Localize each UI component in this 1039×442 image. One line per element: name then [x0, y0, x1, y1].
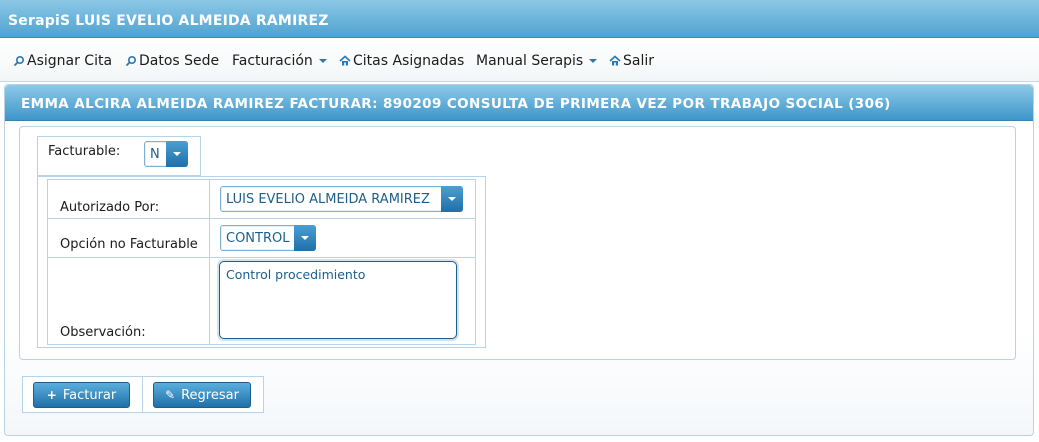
opcion-label: Opción no Facturable	[60, 237, 198, 252]
plus-icon: +	[46, 388, 57, 402]
menu-citas-asignadas[interactable]: Citas Asignadas	[339, 52, 464, 70]
autorizado-select[interactable]: LUIS EVELIO ALMEIDA RAMIREZ	[220, 186, 463, 212]
menu-label: Citas Asignadas	[353, 53, 465, 69]
chevron-down-icon	[294, 225, 316, 251]
menu-label: Asignar Cita	[27, 53, 113, 69]
menu-label: Manual Serapis	[476, 53, 584, 69]
facturable-select[interactable]: N	[144, 141, 188, 167]
facturable-value: N	[150, 147, 160, 162]
autorizado-label: Autorizado Por:	[60, 200, 160, 215]
action-divider	[142, 377, 143, 412]
app-header: SerapiS LUIS EVELIO ALMEIDA RAMIREZ	[0, 0, 1039, 38]
pencil-icon: ✎	[165, 388, 176, 402]
menu-salir[interactable]: Salir	[609, 52, 654, 70]
chevron-down-icon	[441, 186, 463, 212]
menu-manual-serapis[interactable]: Manual Serapis	[476, 52, 598, 70]
observacion-label: Observación:	[60, 325, 146, 340]
menu-facturacion[interactable]: Facturación	[232, 52, 327, 70]
column-divider	[209, 179, 210, 345]
panel-header: EMMA ALCIRA ALMEIDA RAMIREZ FACTURAR: 89…	[5, 85, 1033, 121]
facturar-button[interactable]: + Facturar	[33, 382, 130, 408]
search-icon	[13, 55, 25, 67]
opcion-value: CONTROL	[226, 231, 290, 246]
panel-title: EMMA ALCIRA ALMEIDA RAMIREZ FACTURAR: 89…	[21, 96, 891, 112]
opcion-select[interactable]: CONTROL	[220, 225, 316, 251]
menu-label: Facturación	[232, 53, 313, 69]
search-icon	[125, 55, 137, 67]
facturar-label: Facturar	[62, 387, 117, 403]
menu-label: Datos Sede	[139, 53, 220, 69]
caret-down-icon	[318, 59, 327, 63]
chevron-down-icon	[166, 141, 188, 167]
facturable-label: Facturable:	[48, 144, 121, 159]
menu-bar: Asignar Cita Datos Sede Facturación Cita…	[0, 38, 1039, 82]
menu-label: Salir	[623, 53, 655, 69]
menu-datos-sede[interactable]: Datos Sede	[125, 52, 219, 70]
app-title: SerapiS LUIS EVELIO ALMEIDA RAMIREZ	[8, 13, 329, 29]
autorizado-value: LUIS EVELIO ALMEIDA RAMIREZ	[226, 192, 430, 207]
regresar-label: Regresar	[181, 387, 239, 403]
observacion-textarea[interactable]: Control procedimiento	[219, 261, 457, 339]
home-icon	[339, 55, 351, 67]
home-icon	[609, 55, 621, 67]
caret-down-icon	[589, 59, 598, 63]
menu-asignar-cita[interactable]: Asignar Cita	[13, 52, 112, 70]
regresar-button[interactable]: ✎ Regresar	[153, 382, 251, 408]
